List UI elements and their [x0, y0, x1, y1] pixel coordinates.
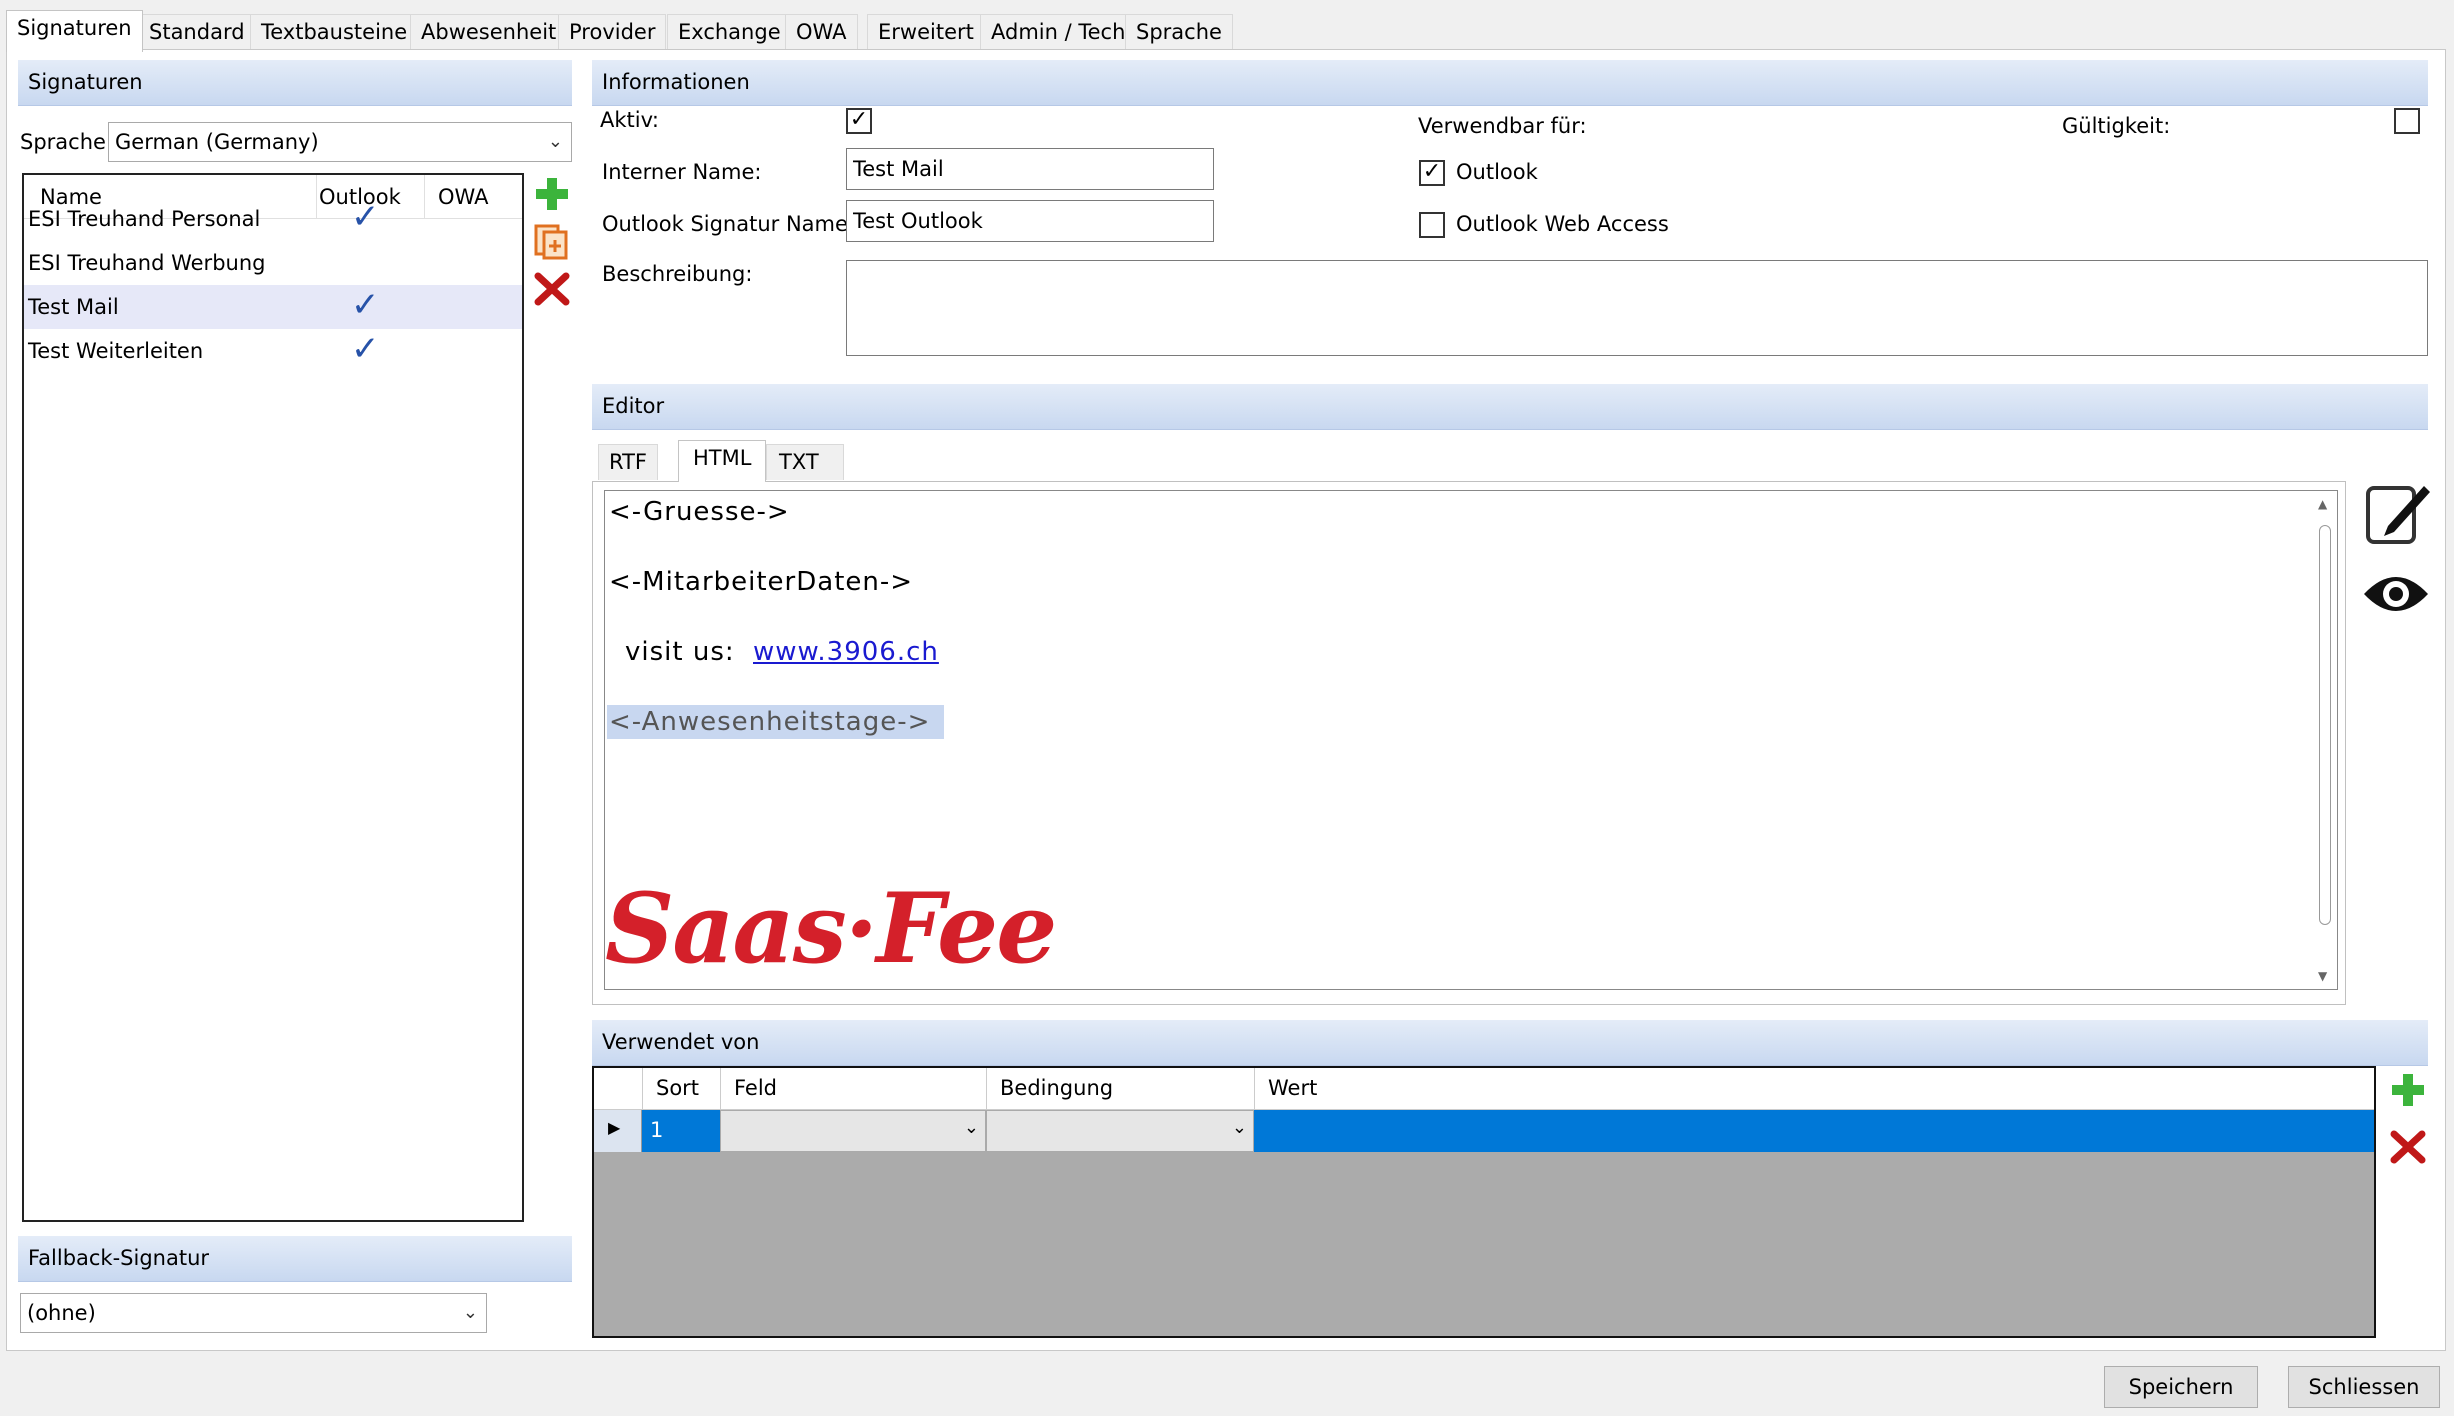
- edit-signature-button[interactable]: [2364, 480, 2432, 548]
- sprache-label: Sprache: [20, 130, 106, 154]
- cell-bedingung-select[interactable]: ⌄: [986, 1110, 1254, 1152]
- tab-provider[interactable]: Provider: [558, 14, 667, 50]
- editor-header: Editor: [592, 384, 2428, 430]
- cell-feld-select[interactable]: ⌄: [720, 1110, 986, 1152]
- fallback-header: Fallback-Signatur: [18, 1236, 572, 1282]
- chevron-down-icon: ⌄: [462, 1302, 478, 1323]
- row-pointer-icon: ▶: [608, 1118, 621, 1137]
- tab-abwesenheit[interactable]: Abwesenheit: [410, 14, 568, 50]
- informationen-header: Informationen: [592, 60, 2428, 106]
- list-item-name: ESI Treuhand Werbung: [28, 251, 266, 275]
- fallback-select[interactable]: (ohne) ⌄: [20, 1293, 487, 1333]
- verwendbar-label: Verwendbar für:: [1418, 114, 1587, 138]
- save-button[interactable]: Speichern: [2104, 1366, 2258, 1408]
- checkmark-icon: ✓: [351, 329, 380, 369]
- tab-erweitert[interactable]: Erweitert: [867, 14, 985, 50]
- scroll-down-icon[interactable]: ▼: [2318, 969, 2327, 983]
- sprache-select[interactable]: German (Germany) ⌄: [108, 122, 572, 162]
- tab-textbausteine[interactable]: Textbausteine: [250, 14, 419, 50]
- edit-pen-icon: [2366, 486, 2430, 544]
- list-item-selected[interactable]: Test Mail ✓: [24, 285, 522, 329]
- gueltigkeit-label: Gültigkeit:: [2062, 114, 2171, 138]
- chevron-down-icon: ⌄: [547, 131, 563, 152]
- list-item[interactable]: [24, 397, 522, 441]
- checkmark-icon: ✓: [351, 285, 380, 325]
- delete-icon: [2390, 1130, 2426, 1164]
- list-item-name: Test Mail: [28, 295, 119, 319]
- list-item[interactable]: ESI Treuhand Werbung: [24, 241, 522, 285]
- delete-condition-button[interactable]: [2388, 1126, 2428, 1166]
- scrollbar-thumb[interactable]: [2319, 525, 2331, 925]
- outlook-signatur-name-input[interactable]: [846, 200, 1214, 242]
- signatures-list[interactable]: Name Outlook OWA ESI Treuhand Personal ✓…: [22, 173, 524, 1222]
- list-item[interactable]: Test Weiterleiten ✓: [24, 329, 522, 373]
- grid-header: Sort Feld Bedingung Wert: [594, 1068, 2374, 1110]
- list-item-name: Test Weiterleiten: [28, 339, 204, 363]
- tab-admin-tech[interactable]: Admin / Tech: [980, 14, 1137, 50]
- delete-signature-button[interactable]: [532, 268, 572, 308]
- verwendet-grid[interactable]: Sort Feld Bedingung Wert ▶ 1 ⌄ ⌄: [592, 1066, 2376, 1338]
- outlook-checkbox-label: Outlook: [1456, 160, 1538, 184]
- add-condition-button[interactable]: [2388, 1070, 2428, 1110]
- column-header-bedingung[interactable]: Bedingung: [1000, 1076, 1113, 1100]
- editor-scrollbar[interactable]: ▲ ▼: [2313, 491, 2337, 989]
- interner-name-label: Interner Name:: [602, 160, 762, 184]
- tab-owa[interactable]: OWA: [785, 14, 858, 50]
- editor-tab-html[interactable]: HTML: [678, 440, 767, 482]
- list-item[interactable]: ESI Treuhand Personal ✓: [24, 197, 522, 241]
- editor-tab-rtf[interactable]: RTF: [598, 444, 658, 480]
- aktiv-checkbox[interactable]: ✓: [846, 108, 872, 134]
- owa-checkbox-label: Outlook Web Access: [1456, 212, 1669, 236]
- row-selector[interactable]: ▶: [594, 1110, 642, 1152]
- delete-icon: [534, 272, 570, 306]
- cell-wert[interactable]: [1254, 1110, 2374, 1152]
- outlook-checkbox[interactable]: ✓: [1419, 160, 1445, 186]
- beschreibung-label: Beschreibung:: [602, 262, 753, 286]
- sprache-value: German (Germany): [115, 130, 319, 154]
- tab-exchange[interactable]: Exchange: [667, 14, 792, 50]
- aktiv-label: Aktiv:: [600, 108, 659, 132]
- signaturen-header: Signaturen: [18, 60, 572, 106]
- plus-icon: [2392, 1074, 2424, 1106]
- website-link[interactable]: www.3906.ch: [753, 637, 939, 667]
- verwendet-header: Verwendet von: [592, 1020, 2428, 1066]
- saas-fee-logo: Saas·Fee: [605, 872, 1057, 985]
- chevron-down-icon: ⌄: [963, 1117, 979, 1138]
- plus-icon: [536, 178, 568, 210]
- column-header-wert[interactable]: Wert: [1268, 1076, 1317, 1100]
- cell-sort[interactable]: 1: [642, 1110, 720, 1152]
- interner-name-input[interactable]: [846, 148, 1214, 190]
- editor-line-mitarbeiter: <-MitarbeiterDaten->: [609, 567, 914, 597]
- column-header-sort[interactable]: Sort: [656, 1076, 699, 1100]
- outlook-signatur-name-label: Outlook Signatur Name:: [602, 212, 855, 236]
- table-row[interactable]: ▶ 1 ⌄ ⌄: [594, 1110, 2374, 1152]
- eye-icon: [2364, 577, 2428, 611]
- tab-sprache[interactable]: Sprache: [1125, 14, 1233, 50]
- chevron-down-icon: ⌄: [1231, 1117, 1247, 1138]
- gueltigkeit-checkbox[interactable]: [2394, 108, 2420, 134]
- preview-button[interactable]: [2360, 566, 2432, 622]
- editor-tab-txt[interactable]: TXT: [766, 444, 844, 480]
- editor-line-gruesse: <-Gruesse->: [609, 497, 790, 527]
- checkmark-icon: ✓: [351, 197, 380, 237]
- editor-line-visit: visit us:: [625, 637, 735, 667]
- column-header-feld[interactable]: Feld: [734, 1076, 777, 1100]
- add-signature-button[interactable]: [532, 174, 572, 214]
- html-editor[interactable]: <-Gruesse-> <-MitarbeiterDaten-> visit u…: [604, 490, 2338, 990]
- copy-signature-button[interactable]: [532, 220, 572, 260]
- owa-checkbox[interactable]: [1419, 212, 1445, 238]
- editor-line-anwesenheit: <-Anwesenheitstage->: [607, 705, 945, 739]
- fallback-value: (ohne): [27, 1301, 96, 1325]
- tab-standard[interactable]: Standard: [138, 14, 256, 50]
- list-item-name: ESI Treuhand Personal: [28, 207, 261, 231]
- close-button[interactable]: Schliessen: [2288, 1366, 2440, 1408]
- beschreibung-textarea[interactable]: [846, 260, 2428, 356]
- copy-icon: [534, 224, 568, 260]
- scroll-up-icon[interactable]: ▲: [2318, 497, 2327, 511]
- tab-signaturen[interactable]: Signaturen: [6, 10, 143, 52]
